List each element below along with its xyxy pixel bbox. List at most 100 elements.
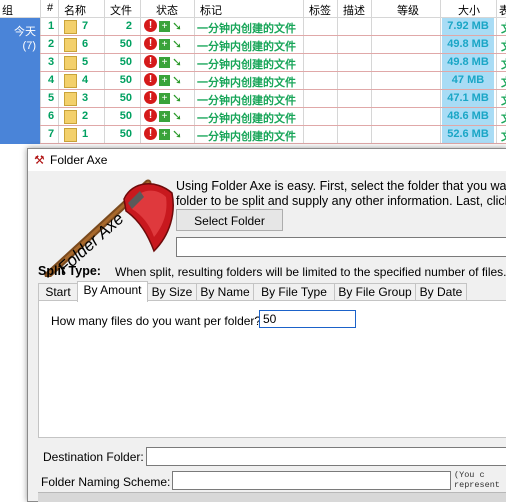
row-tail: 文 xyxy=(501,92,506,108)
tab-by-file-group[interactable]: By File Group xyxy=(334,283,416,301)
row-index: 2 xyxy=(48,38,55,50)
add-icon: + xyxy=(159,39,170,50)
table-row[interactable]: 5 3 50!+➘ 一分钟内创建的文件 47.1 MB 文 xyxy=(40,90,506,108)
add-icon: + xyxy=(159,111,170,122)
header-name[interactable]: 名称 xyxy=(64,2,86,18)
row-name: 7 xyxy=(82,20,89,32)
row-description: 一分钟内创建的文件 xyxy=(197,77,296,89)
row-tail: 文 xyxy=(501,110,506,126)
intro-line-1: Using Folder Axe is easy. First, select … xyxy=(176,179,506,193)
file-list: 组 # 名称 文件 状态 标记 标签 描述 等级 大小 表 今天 (7) 1 7 2… xyxy=(0,0,506,150)
arrow-down-icon: ➘ xyxy=(172,37,183,51)
header-level[interactable]: 等级 xyxy=(397,2,419,18)
header-mark[interactable]: 标记 xyxy=(200,2,222,18)
add-icon: + xyxy=(159,129,170,140)
arrow-down-icon: ➘ xyxy=(172,55,183,69)
app-axe-icon: ⚒ xyxy=(34,153,45,167)
row-name: 6 xyxy=(82,38,89,50)
files-per-folder-input[interactable]: 50 xyxy=(259,310,356,328)
table-row[interactable]: 6 2 50!+➘ 一分钟内创建的文件 48.6 MB 文 xyxy=(40,108,506,126)
group-label: 今天 xyxy=(14,26,36,38)
row-tail: 文 xyxy=(501,74,506,90)
header-size[interactable]: 大小 xyxy=(458,2,480,18)
arrow-down-icon: ➘ xyxy=(172,73,183,87)
add-icon: + xyxy=(159,75,170,86)
row-file-count: 50 xyxy=(119,74,132,86)
row-file-count: 50 xyxy=(119,92,132,104)
row-tail: 文 xyxy=(501,56,506,72)
header-group[interactable]: 组 xyxy=(2,2,13,18)
row-description: 一分钟内创建的文件 xyxy=(197,41,296,53)
folder-path-field[interactable] xyxy=(176,237,506,257)
row-name: 5 xyxy=(82,56,89,68)
tab-by-date[interactable]: By Date xyxy=(415,283,467,301)
table-row[interactable]: 1 7 2!+➘ 一分钟内创建的文件 7.92 MB 文 xyxy=(40,18,506,36)
add-icon: + xyxy=(159,21,170,32)
split-type-label: Split Type: xyxy=(38,264,101,278)
row-index: 1 xyxy=(48,20,55,32)
table-row[interactable]: 2 6 50!+➘ 一分钟内创建的文件 49.8 MB 文 xyxy=(40,36,506,54)
header-index[interactable]: # xyxy=(47,2,53,14)
title-bar[interactable]: ⚒ Folder Axe xyxy=(28,149,506,171)
header-files[interactable]: 文件 xyxy=(110,2,132,18)
tab-by-amount[interactable]: By Amount xyxy=(77,281,148,302)
header-tail[interactable]: 表 xyxy=(499,2,506,18)
folder-axe-logo: Folder Axe xyxy=(36,177,176,279)
naming-scheme-label: Folder Naming Scheme: xyxy=(41,475,171,489)
error-icon: ! xyxy=(144,37,157,50)
row-tail: 文 xyxy=(501,20,506,36)
folder-icon xyxy=(64,56,77,70)
row-file-count: 50 xyxy=(119,56,132,68)
add-icon: + xyxy=(159,57,170,68)
header-desc[interactable]: 描述 xyxy=(343,2,365,18)
header-status[interactable]: 状态 xyxy=(156,2,178,18)
destination-folder-field[interactable] xyxy=(146,447,506,466)
naming-scheme-field[interactable] xyxy=(172,471,451,490)
row-size: 47.1 MB xyxy=(442,90,494,107)
row-tail: 文 xyxy=(501,128,506,144)
row-size: 49.8 MB xyxy=(442,36,494,53)
header-tag[interactable]: 标签 xyxy=(309,2,331,18)
row-size: 47 MB xyxy=(442,72,494,89)
by-amount-panel: How many files do you want per folder? 5… xyxy=(38,300,506,438)
row-size: 52.6 MB xyxy=(442,126,494,143)
add-icon: + xyxy=(159,93,170,104)
row-file-count: 50 xyxy=(119,38,132,50)
group-cell[interactable]: 今天 (7) xyxy=(0,18,40,144)
row-name: 2 xyxy=(82,110,89,122)
tab-by-file-type[interactable]: By File Type xyxy=(253,283,335,301)
row-index: 7 xyxy=(48,128,55,140)
error-icon: ! xyxy=(144,19,157,32)
tab-start[interactable]: Start xyxy=(38,283,78,301)
split-description: When split, resulting folders will be li… xyxy=(115,265,506,279)
error-icon: ! xyxy=(144,55,157,68)
table-row[interactable]: 3 5 50!+➘ 一分钟内创建的文件 49.8 MB 文 xyxy=(40,54,506,72)
row-file-count: 50 xyxy=(119,110,132,122)
row-description: 一分钟内创建的文件 xyxy=(197,59,296,71)
files-per-folder-label: How many files do you want per folder? xyxy=(51,314,262,328)
folder-axe-dialog: ⚒ Folder Axe Folder Axe Using Folder Axe… xyxy=(27,148,506,502)
row-name: 3 xyxy=(82,92,89,104)
row-file-count: 50 xyxy=(119,128,132,140)
intro-text: Using Folder Axe is easy. First, select … xyxy=(176,179,506,209)
select-folder-button[interactable]: Select Folder xyxy=(176,209,283,231)
naming-hint-line-1: (You c xyxy=(454,470,485,480)
row-size: 7.92 MB xyxy=(442,18,494,35)
folder-icon xyxy=(64,20,77,34)
folder-icon xyxy=(64,128,77,142)
naming-hint: (You c represent xyxy=(454,470,500,490)
table-row[interactable]: 4 4 50!+➘ 一分钟内创建的文件 47 MB 文 xyxy=(40,72,506,90)
row-file-count: 2 xyxy=(125,20,132,32)
table-row[interactable]: 7 1 50!+➘ 一分钟内创建的文件 52.6 MB 文 xyxy=(40,126,506,144)
folder-icon xyxy=(64,38,77,52)
folder-icon xyxy=(64,92,77,106)
row-index: 3 xyxy=(48,56,55,68)
error-icon: ! xyxy=(144,91,157,104)
window-title: Folder Axe xyxy=(50,153,108,167)
bottom-panel-edge xyxy=(38,492,506,502)
tab-by-name[interactable]: By Name xyxy=(196,283,254,301)
destination-folder-label: Destination Folder: xyxy=(43,450,144,464)
naming-hint-line-2: represent xyxy=(454,480,500,490)
arrow-down-icon: ➘ xyxy=(172,19,183,33)
tab-by-size[interactable]: By Size xyxy=(147,283,197,301)
